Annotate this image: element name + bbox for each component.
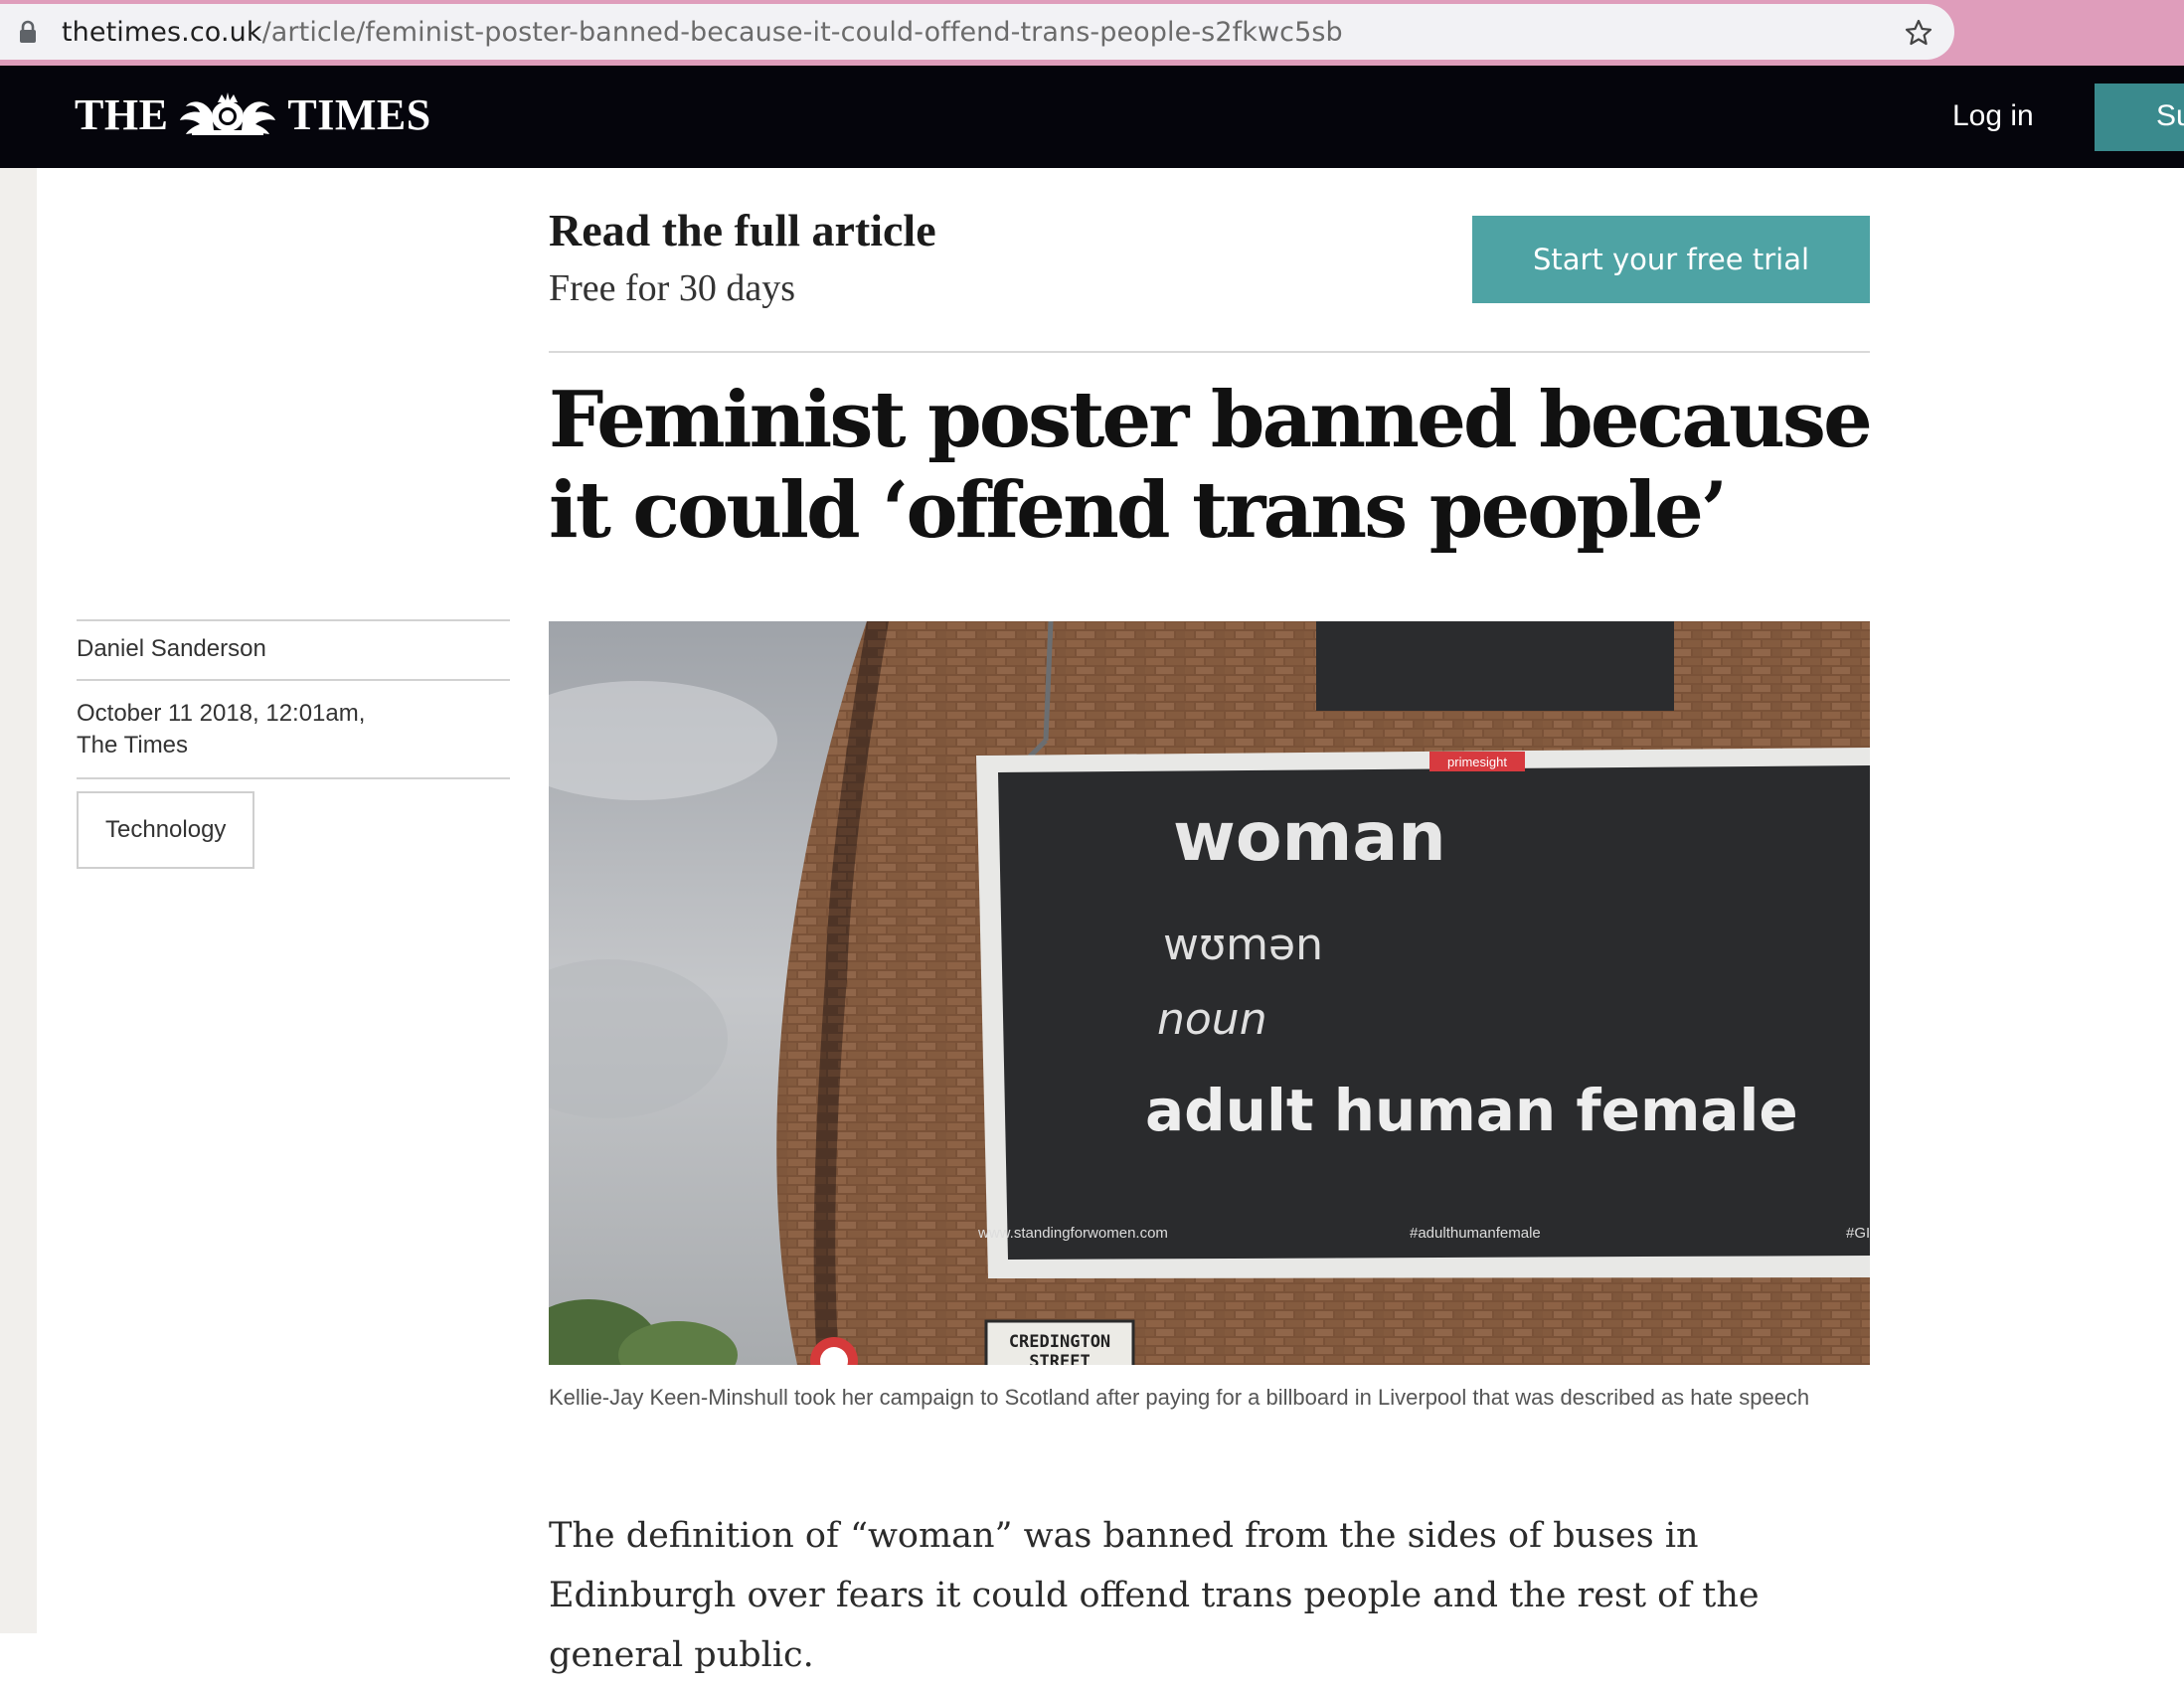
browser-toolbar: thetimes.co.uk/article/feminist-poster-b… [0,0,2184,66]
log-in-link[interactable]: Log in [1952,99,2034,133]
subscribe-label: Su [2156,99,2184,132]
street-sign-line-1: CREDINGTON [1009,1332,1110,1352]
article-dateline: October 11 2018, 12:01am, The Times [77,681,510,777]
url-text: thetimes.co.uk/article/feminist-poster-b… [62,17,1343,48]
billboard-brand: primesight [1447,755,1507,769]
photo-caption: Kellie-Jay Keen-Minshull took her campai… [549,1385,1810,1410]
divider [77,777,510,779]
author-name[interactable]: Daniel Sanderson [77,621,510,679]
billboard-photo-illustration: primesight woman wʊmən noun adult human … [549,621,1870,1365]
site-header: THE TIMES Log in Su [0,66,2184,168]
promo-title: Read the full article [549,205,936,255]
logo-text-times: TIMES [287,90,431,139]
publish-date: October 11 2018, 12:01am, [77,700,366,727]
billboard-footer-cut: #GI [1846,1225,1870,1242]
page-gutter [0,168,37,1633]
billboard-footer-url: www.standingforwomen.com [977,1225,1168,1242]
subscribe-button[interactable]: Su [2095,84,2184,151]
billboard-word: woman [1173,798,1446,877]
url-path: /article/feminist-poster-banned-because-… [261,17,1343,48]
topic-tag-technology[interactable]: Technology [77,791,255,869]
address-bar[interactable]: thetimes.co.uk/article/feminist-poster-b… [0,4,1954,60]
article-body-paragraph: The definition of “woman” was banned fro… [549,1516,1760,1675]
billboard-part-of-speech: noun [1157,994,1267,1045]
billboard-definition: adult human female [1145,1077,1798,1144]
article-meta: Daniel Sanderson October 11 2018, 12:01a… [77,619,510,869]
billboard-phonetic: wʊmən [1163,920,1323,970]
url-host: thetimes.co.uk [62,17,262,48]
article-photo: primesight woman wʊmən noun adult human … [549,621,1870,1365]
billboard-footer-hashtag: #adulthumanfemale [1410,1225,1541,1242]
article-headline: Feminist poster banned because it could … [549,375,1873,556]
logo-text-the: THE [75,90,169,139]
promo-subtitle: Free for 30 days [549,267,795,309]
the-times-logo[interactable]: THE TIMES [75,89,431,147]
bookmark-star-icon[interactable] [1904,18,1933,48]
publication-name: The Times [77,732,189,758]
street-sign-line-2: STREET [1029,1352,1090,1365]
start-free-trial-button[interactable]: Start your free trial [1472,216,1870,303]
lock-icon [20,20,36,43]
royal-crest-icon [172,90,283,147]
divider [549,351,1870,353]
